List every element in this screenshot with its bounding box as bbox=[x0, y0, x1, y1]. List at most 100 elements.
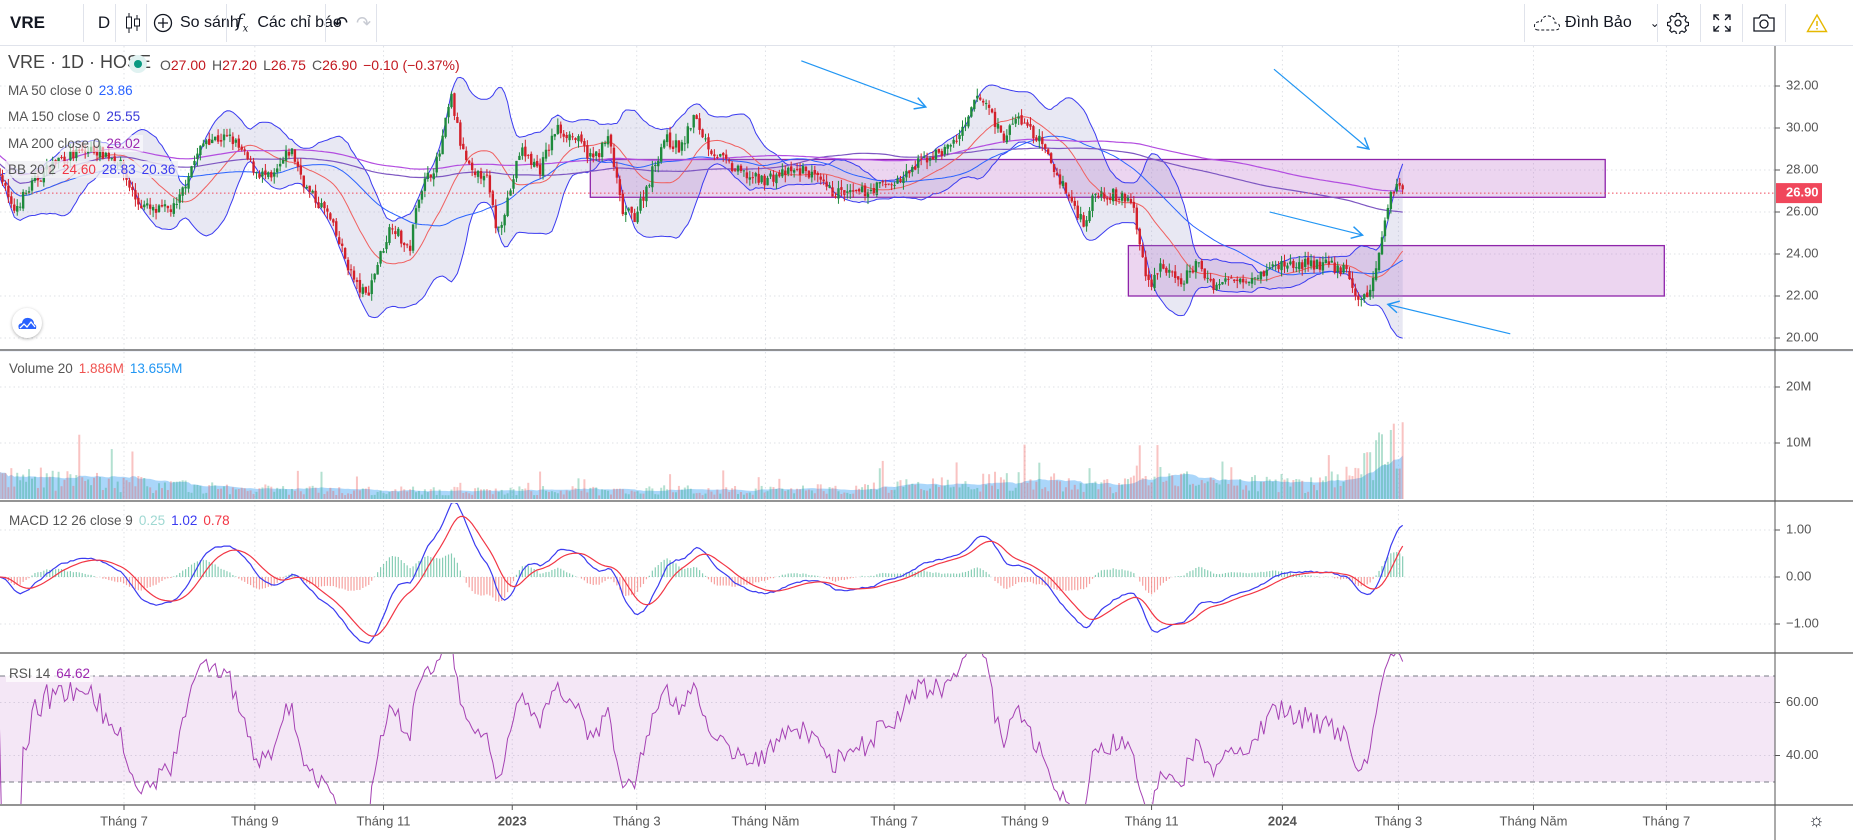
candle-body[interactable] bbox=[278, 163, 282, 167]
candle-body[interactable] bbox=[905, 170, 908, 178]
candle-body[interactable] bbox=[1165, 267, 1168, 273]
candle-body[interactable] bbox=[742, 170, 746, 172]
candle-body[interactable] bbox=[1188, 270, 1192, 273]
candle-body[interactable] bbox=[1236, 279, 1239, 281]
candle-body[interactable] bbox=[1070, 196, 1074, 202]
candle-body[interactable] bbox=[140, 205, 143, 209]
candle-body[interactable] bbox=[128, 180, 131, 188]
candle-body[interactable] bbox=[857, 188, 861, 192]
candle-body[interactable] bbox=[893, 184, 896, 186]
candle-body[interactable] bbox=[1292, 260, 1295, 268]
fullscreen-button[interactable] bbox=[1712, 0, 1732, 46]
candle-body[interactable] bbox=[184, 186, 187, 189]
candle-body[interactable] bbox=[394, 231, 397, 235]
candle-body[interactable] bbox=[1345, 265, 1348, 269]
candle-body[interactable] bbox=[692, 114, 695, 128]
candle-body[interactable] bbox=[919, 158, 923, 160]
candle-body[interactable] bbox=[1306, 257, 1310, 265]
annotation-arrow[interactable] bbox=[1269, 211, 1365, 240]
candle-body[interactable] bbox=[385, 242, 388, 250]
candle-body[interactable] bbox=[264, 170, 267, 176]
candle-body[interactable] bbox=[1363, 294, 1366, 299]
candle-body[interactable] bbox=[1286, 265, 1289, 269]
candle-body[interactable] bbox=[261, 171, 264, 177]
candle-body[interactable] bbox=[689, 128, 692, 130]
candle-body[interactable] bbox=[1194, 261, 1198, 273]
candle-body[interactable] bbox=[813, 170, 817, 174]
candle-body[interactable] bbox=[1129, 199, 1133, 203]
candle-body[interactable] bbox=[633, 213, 636, 223]
candle-body[interactable] bbox=[403, 243, 406, 246]
candle-body[interactable] bbox=[196, 153, 199, 159]
candle-body[interactable] bbox=[609, 134, 613, 147]
ma200-legend[interactable]: MA 200 close 0 26.02 bbox=[5, 135, 144, 152]
candle-body[interactable] bbox=[456, 117, 459, 123]
candle-body[interactable] bbox=[583, 141, 586, 147]
candle-body[interactable] bbox=[1360, 298, 1363, 300]
candle-body[interactable] bbox=[1052, 164, 1056, 172]
annotation-arrow[interactable] bbox=[801, 60, 928, 110]
candle-body[interactable] bbox=[13, 204, 16, 211]
candle-body[interactable] bbox=[1191, 270, 1195, 273]
candle-body[interactable] bbox=[462, 143, 465, 150]
candle-body[interactable] bbox=[984, 103, 988, 105]
axis-settings-button[interactable]: ☼ bbox=[1808, 810, 1825, 831]
candle-body[interactable] bbox=[524, 146, 527, 157]
candle-body[interactable] bbox=[482, 176, 486, 181]
candle-body[interactable] bbox=[751, 177, 754, 179]
candle-body[interactable] bbox=[1011, 123, 1014, 125]
candle-body[interactable] bbox=[1330, 260, 1333, 263]
candle-body[interactable] bbox=[1241, 278, 1245, 283]
candle-body[interactable] bbox=[1153, 274, 1156, 289]
candle-body[interactable] bbox=[429, 174, 432, 178]
candle-body[interactable] bbox=[807, 170, 811, 178]
candle-body[interactable] bbox=[302, 175, 305, 188]
candle-body[interactable] bbox=[296, 161, 300, 167]
candle-body[interactable] bbox=[290, 148, 294, 155]
candle-body[interactable] bbox=[343, 248, 347, 259]
candle-body[interactable] bbox=[1209, 278, 1212, 281]
candle-body[interactable] bbox=[1368, 289, 1372, 297]
annotation-arrow[interactable] bbox=[1273, 68, 1371, 150]
candle-body[interactable] bbox=[1162, 264, 1165, 269]
candle-body[interactable] bbox=[816, 172, 819, 176]
candle-body[interactable] bbox=[1256, 277, 1260, 279]
candle-body[interactable] bbox=[1005, 135, 1009, 143]
candle-body[interactable] bbox=[503, 215, 506, 226]
candle-body[interactable] bbox=[1150, 279, 1153, 287]
candle-body[interactable] bbox=[571, 136, 574, 138]
candle-body[interactable] bbox=[922, 156, 926, 158]
candle-body[interactable] bbox=[1109, 197, 1112, 201]
candle-body[interactable] bbox=[544, 149, 548, 159]
candle-body[interactable] bbox=[686, 126, 689, 144]
candle-body[interactable] bbox=[255, 172, 258, 174]
candle-body[interactable] bbox=[804, 166, 808, 172]
candle-body[interactable] bbox=[532, 161, 536, 167]
candle-body[interactable] bbox=[284, 150, 288, 161]
candle-body[interactable] bbox=[961, 126, 964, 136]
candle-body[interactable] bbox=[1312, 260, 1316, 270]
candle-body[interactable] bbox=[730, 163, 734, 172]
candle-body[interactable] bbox=[562, 133, 565, 137]
candle-body[interactable] bbox=[1380, 237, 1384, 255]
candle-body[interactable] bbox=[137, 197, 140, 205]
candle-body[interactable] bbox=[580, 134, 583, 142]
candle-body[interactable] bbox=[1203, 268, 1206, 279]
candle-body[interactable] bbox=[1144, 257, 1147, 277]
candle-body[interactable] bbox=[1020, 115, 1023, 125]
candle-body[interactable] bbox=[612, 147, 616, 167]
candle-body[interactable] bbox=[355, 280, 359, 282]
candle-body[interactable] bbox=[1262, 271, 1266, 277]
candle-body[interactable] bbox=[589, 152, 592, 157]
candle-body[interactable] bbox=[246, 152, 249, 160]
candle-body[interactable] bbox=[60, 157, 63, 159]
candle-body[interactable] bbox=[258, 173, 261, 178]
candle-body[interactable] bbox=[1366, 292, 1369, 298]
rsi-pane[interactable] bbox=[0, 634, 1775, 840]
candle-body[interactable] bbox=[724, 154, 728, 159]
candle-body[interactable] bbox=[719, 154, 722, 157]
candle-body[interactable] bbox=[435, 156, 438, 173]
candle-body[interactable] bbox=[630, 206, 633, 213]
candle-body[interactable] bbox=[1298, 262, 1301, 270]
candle-body[interactable] bbox=[627, 208, 630, 211]
